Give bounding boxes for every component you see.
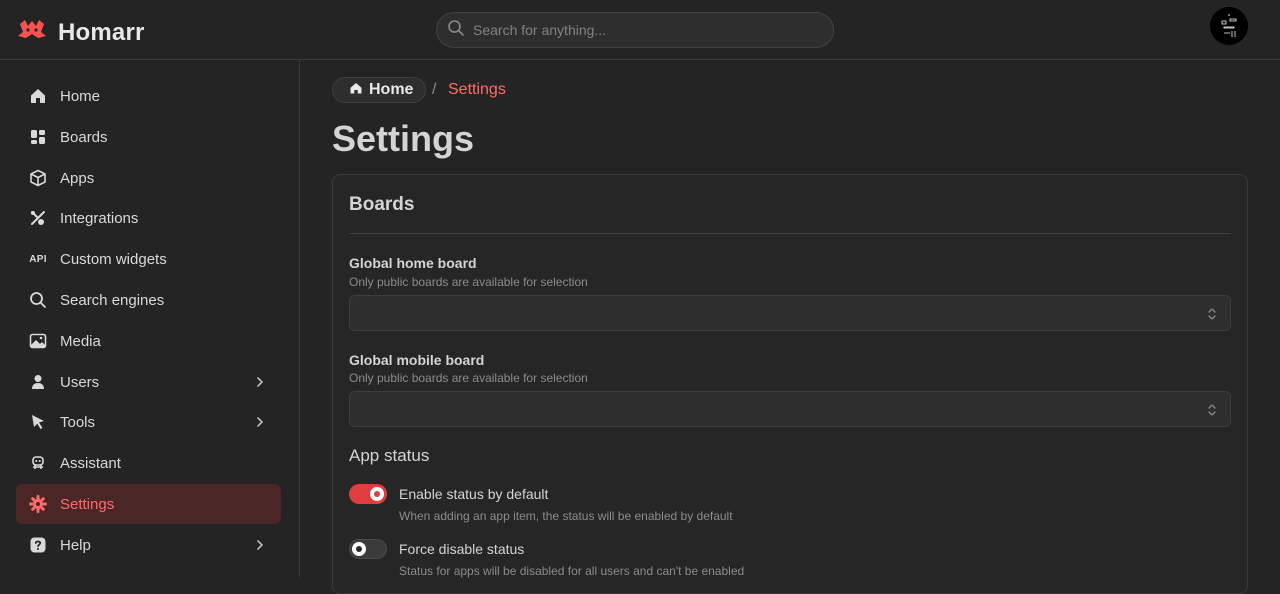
sidebar-item-label: Users	[60, 373, 100, 391]
pointer-icon	[28, 412, 48, 432]
sidebar-item-integrations[interactable]: Integrations	[16, 198, 281, 238]
sidebar-item-label: Settings	[60, 495, 115, 513]
plug-icon	[28, 208, 48, 228]
sidebar-item-apps[interactable]: Apps	[16, 158, 281, 198]
boards-icon	[28, 127, 48, 147]
mobile-board-select[interactable]	[349, 391, 1231, 427]
sidebar-item-assistant[interactable]: Assistant	[16, 443, 281, 483]
user-avatar[interactable]	[1210, 7, 1248, 45]
boards-card: Boards Global home board Only public boa…	[332, 174, 1248, 594]
card-title: Boards	[349, 194, 415, 215]
logo[interactable]: Homarr	[16, 14, 145, 51]
user-icon	[28, 372, 48, 392]
robot-icon	[28, 453, 48, 473]
sidebar-item-label: Help	[60, 536, 91, 554]
sidebar-item-label: Tools	[60, 413, 96, 431]
search-input[interactable]	[473, 22, 813, 38]
chevron-right-icon	[253, 538, 267, 552]
breadcrumb-separator: /	[432, 81, 437, 98]
force-disable-description: Status for apps will be disabled for all…	[399, 564, 745, 578]
sidebar-item-home[interactable]: Home	[16, 76, 281, 116]
force-disable-toggle[interactable]	[349, 539, 387, 559]
sidebar: Home Boards Apps Integrations API Custom…	[0, 60, 300, 577]
sidebar-item-boards[interactable]: Boards	[16, 117, 281, 157]
logo-text: Homarr	[58, 18, 145, 46]
search-icon	[28, 290, 48, 310]
enable-status-description: When adding an app item, the status will…	[399, 509, 733, 523]
search-bar[interactable]	[436, 12, 834, 48]
chevron-right-icon	[253, 375, 267, 389]
home-icon	[349, 81, 363, 100]
photo-icon	[28, 331, 48, 351]
top-header: Homarr	[0, 0, 1280, 60]
app-status-title: App status	[349, 446, 430, 465]
gear-icon	[28, 494, 48, 514]
chevron-right-icon	[253, 415, 267, 429]
home-board-description: Only public boards are available for sel…	[349, 275, 588, 289]
sidebar-item-custom-widgets[interactable]: API Custom widgets	[16, 239, 281, 279]
sidebar-item-tools[interactable]: Tools	[16, 402, 281, 442]
sidebar-item-label: Search engines	[60, 291, 165, 309]
sidebar-item-label: Assistant	[60, 454, 121, 472]
sidebar-item-users[interactable]: Users	[16, 362, 281, 402]
mobile-board-label: Global mobile board	[349, 352, 485, 368]
api-icon: API	[29, 253, 47, 265]
sidebar-item-label: Integrations	[60, 209, 139, 227]
home-board-label: Global home board	[349, 255, 477, 271]
home-icon	[28, 86, 48, 106]
sidebar-item-label: Custom widgets	[60, 250, 167, 268]
enable-status-label: Enable status by default	[399, 486, 549, 502]
sidebar-item-help[interactable]: Help	[16, 525, 281, 565]
breadcrumb-home-label: Home	[369, 81, 414, 98]
sidebar-item-search-engines[interactable]: Search engines	[16, 280, 281, 320]
force-disable-label: Force disable status	[399, 541, 525, 557]
sidebar-item-label: Home	[60, 87, 101, 105]
divider	[349, 233, 1231, 234]
sidebar-item-media[interactable]: Media	[16, 321, 281, 361]
sidebar-item-label: Media	[60, 332, 101, 350]
homarr-logo-icon	[16, 14, 48, 51]
help-icon	[28, 535, 48, 555]
page-title: Settings	[332, 118, 475, 159]
breadcrumb-current: Settings	[448, 81, 506, 98]
mobile-board-description: Only public boards are available for sel…	[349, 371, 588, 385]
home-board-select[interactable]	[349, 295, 1231, 331]
box-icon	[28, 168, 48, 188]
sidebar-item-settings[interactable]: Settings	[16, 484, 281, 524]
search-icon	[447, 19, 465, 42]
sidebar-item-label: Boards	[60, 128, 108, 146]
breadcrumb-home[interactable]: Home	[332, 77, 427, 103]
enable-status-toggle[interactable]	[349, 484, 387, 504]
main-content: Home / Settings Settings Boards Global h…	[300, 60, 1280, 594]
sidebar-item-label: Apps	[60, 169, 95, 187]
